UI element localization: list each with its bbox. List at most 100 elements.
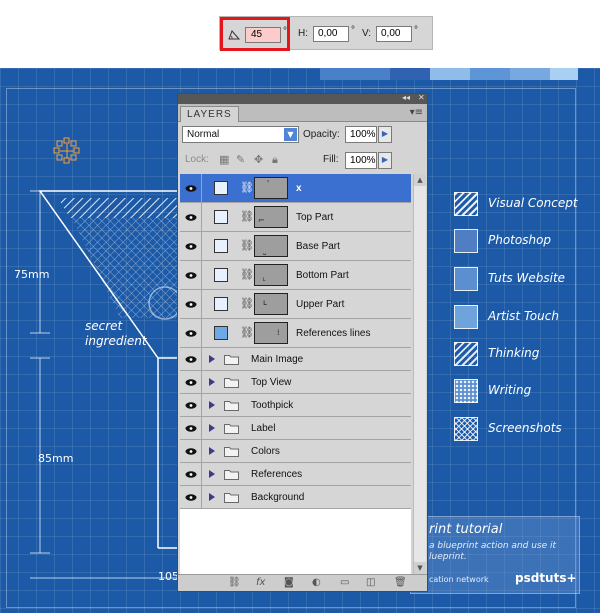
collapse-icon[interactable]: ◂◂ xyxy=(402,92,410,104)
layer-mask-thumbnail[interactable] xyxy=(214,268,228,282)
fill-label: Fill: xyxy=(323,154,339,165)
rotation-angle-input[interactable]: 45 xyxy=(245,27,281,43)
visibility-toggle[interactable] xyxy=(180,348,202,370)
layer-mask-thumbnail[interactable] xyxy=(214,181,228,195)
expand-triangle-icon[interactable] xyxy=(209,355,215,363)
visibility-toggle[interactable] xyxy=(180,417,202,439)
lock-transparent-icon[interactable]: ▦ xyxy=(219,153,229,166)
group-name: Toothpick xyxy=(251,400,294,411)
link-icon[interactable]: ⛓ xyxy=(240,297,254,310)
v-skew-input[interactable]: 0,00 xyxy=(376,26,412,42)
layer-thumbnail: ˪ xyxy=(254,264,288,286)
dimension-85mm: 85mm xyxy=(38,452,74,465)
visibility-toggle[interactable] xyxy=(180,440,202,462)
expand-triangle-icon[interactable] xyxy=(209,424,215,432)
layer-row-base-part[interactable]: ⛓ ˽ Base Part xyxy=(180,232,411,261)
expand-triangle-icon[interactable] xyxy=(209,493,215,501)
link-icon[interactable]: ⛓ xyxy=(240,268,254,281)
eye-icon xyxy=(185,448,197,455)
chevron-down-icon: ▼ xyxy=(284,128,297,141)
group-row-top-view[interactable]: Top View xyxy=(180,371,411,394)
thumb-mark: ⌐ xyxy=(258,216,265,225)
thumb-mark: ' xyxy=(267,179,270,188)
visibility-toggle[interactable] xyxy=(180,486,202,508)
layer-row-x[interactable]: ⛓ ' x xyxy=(180,174,411,203)
group-row-toothpick[interactable]: Toothpick xyxy=(180,394,411,417)
lock-image-icon[interactable]: ✎ xyxy=(236,153,245,166)
fx-icon[interactable]: fx xyxy=(256,577,265,588)
lock-all-icon[interactable]: 🔒︎ xyxy=(272,153,278,167)
eye-icon xyxy=(185,425,197,432)
panel-menu-icon[interactable]: ▾≡ xyxy=(410,107,423,118)
link-icon[interactable]: ⛓ xyxy=(240,210,254,223)
layer-name: Top Part xyxy=(296,212,334,223)
visibility-toggle[interactable] xyxy=(180,203,202,231)
expand-triangle-icon[interactable] xyxy=(209,401,215,409)
lock-label: Lock: xyxy=(185,154,209,165)
expand-triangle-icon[interactable] xyxy=(209,447,215,455)
opacity-input[interactable]: 100% xyxy=(345,126,377,143)
layer-row-bottom-part[interactable]: ⛓ ˪ Bottom Part xyxy=(180,261,411,290)
layer-thumbnail: ˽ xyxy=(254,235,288,257)
layer-row-top-part[interactable]: ⛓ ⌐ Top Part xyxy=(180,203,411,232)
link-icon[interactable]: ⛓ xyxy=(240,326,254,339)
visibility-toggle[interactable] xyxy=(180,174,202,202)
visibility-toggle[interactable] xyxy=(180,232,202,260)
legend-swatch xyxy=(454,192,478,216)
folder-icon xyxy=(224,424,239,434)
expand-triangle-icon[interactable] xyxy=(209,470,215,478)
layer-mask-thumbnail[interactable] xyxy=(214,239,228,253)
layer-mask-thumbnail[interactable] xyxy=(214,297,228,311)
link-icon[interactable]: ⛓ xyxy=(240,239,254,252)
fill-arrow-icon[interactable]: ▶ xyxy=(378,152,392,169)
visibility-toggle[interactable] xyxy=(180,261,202,289)
legend-label: Tuts Website xyxy=(488,271,566,285)
link-layers-icon[interactable]: ⛓ xyxy=(228,577,241,588)
scroll-up-icon[interactable]: ▲ xyxy=(414,174,426,186)
layers-scrollbar[interactable]: ▲ ▼ xyxy=(413,174,426,574)
legend-swatch xyxy=(454,305,478,329)
visibility-toggle[interactable] xyxy=(180,290,202,318)
v-skew-label: V: xyxy=(362,28,372,39)
layer-name: References lines xyxy=(296,328,371,339)
legend-item: Tuts Website xyxy=(454,267,594,293)
legend-swatch xyxy=(454,229,478,253)
link-icon[interactable]: ⛓ xyxy=(240,181,254,194)
folder-icon xyxy=(224,378,239,388)
layer-mask-thumbnail[interactable] xyxy=(214,210,228,224)
layer-name: Upper Part xyxy=(296,299,345,310)
layer-name: x xyxy=(296,183,302,194)
close-icon[interactable]: ✕ xyxy=(418,92,425,104)
tab-layers[interactable]: LAYERS xyxy=(180,106,239,122)
group-row-references[interactable]: References xyxy=(180,463,411,486)
layer-thumbnail: ⌐ xyxy=(254,206,288,228)
trash-icon[interactable]: 🗑︎ xyxy=(394,577,407,588)
folder-icon xyxy=(224,355,239,365)
fill-input[interactable]: 100% xyxy=(345,152,377,169)
layer-row-upper-part[interactable]: ⛓ ʟ Upper Part xyxy=(180,290,411,319)
blend-mode-select[interactable]: Normal ▼ xyxy=(182,126,299,143)
group-row-background[interactable]: Background xyxy=(180,486,411,509)
opacity-arrow-icon[interactable]: ▶ xyxy=(378,126,392,143)
scroll-down-icon[interactable]: ▼ xyxy=(414,562,426,574)
group-row-colors[interactable]: Colors xyxy=(180,440,411,463)
group-row-main-image[interactable]: Main Image xyxy=(180,348,411,371)
add-mask-icon[interactable]: ◙ xyxy=(284,577,294,588)
group-name: Colors xyxy=(251,446,280,457)
group-row-label[interactable]: Label xyxy=(180,417,411,440)
visibility-toggle[interactable] xyxy=(180,371,202,393)
h-skew-input[interactable]: 0,00 xyxy=(313,26,349,42)
lock-position-icon[interactable]: ✥ xyxy=(254,153,263,166)
visibility-toggle[interactable] xyxy=(180,319,202,347)
visibility-toggle[interactable] xyxy=(180,463,202,485)
visibility-toggle[interactable] xyxy=(180,394,202,416)
transform-options-bar: 45 ° H: 0,00 ° V: 0,00 ° xyxy=(219,16,433,51)
layer-row-references-lines[interactable]: ⛓ ⁞ References lines xyxy=(180,319,411,348)
new-group-icon[interactable]: ▭ xyxy=(340,577,349,588)
layer-mask-thumbnail[interactable] xyxy=(214,326,228,340)
eye-icon xyxy=(185,402,197,409)
new-layer-icon[interactable]: ◫ xyxy=(366,577,375,588)
adjustment-layer-icon[interactable]: ◐ xyxy=(312,577,321,588)
expand-triangle-icon[interactable] xyxy=(209,378,215,386)
legend-label: Artist Touch xyxy=(488,309,559,323)
